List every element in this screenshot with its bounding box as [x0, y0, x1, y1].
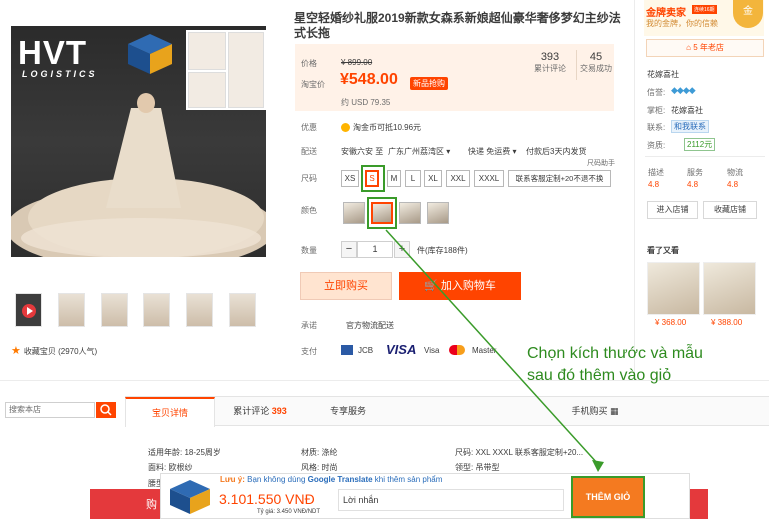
- annotation-line-2: sau đó thêm vào giỏ: [527, 367, 672, 384]
- annotation-arrow: [385, 229, 604, 472]
- annotation-text: Chọn kích thước và mẫu sau đó thêm vào g…: [527, 343, 757, 387]
- annotation-line-1: Chọn kích thước và mẫu: [527, 345, 703, 362]
